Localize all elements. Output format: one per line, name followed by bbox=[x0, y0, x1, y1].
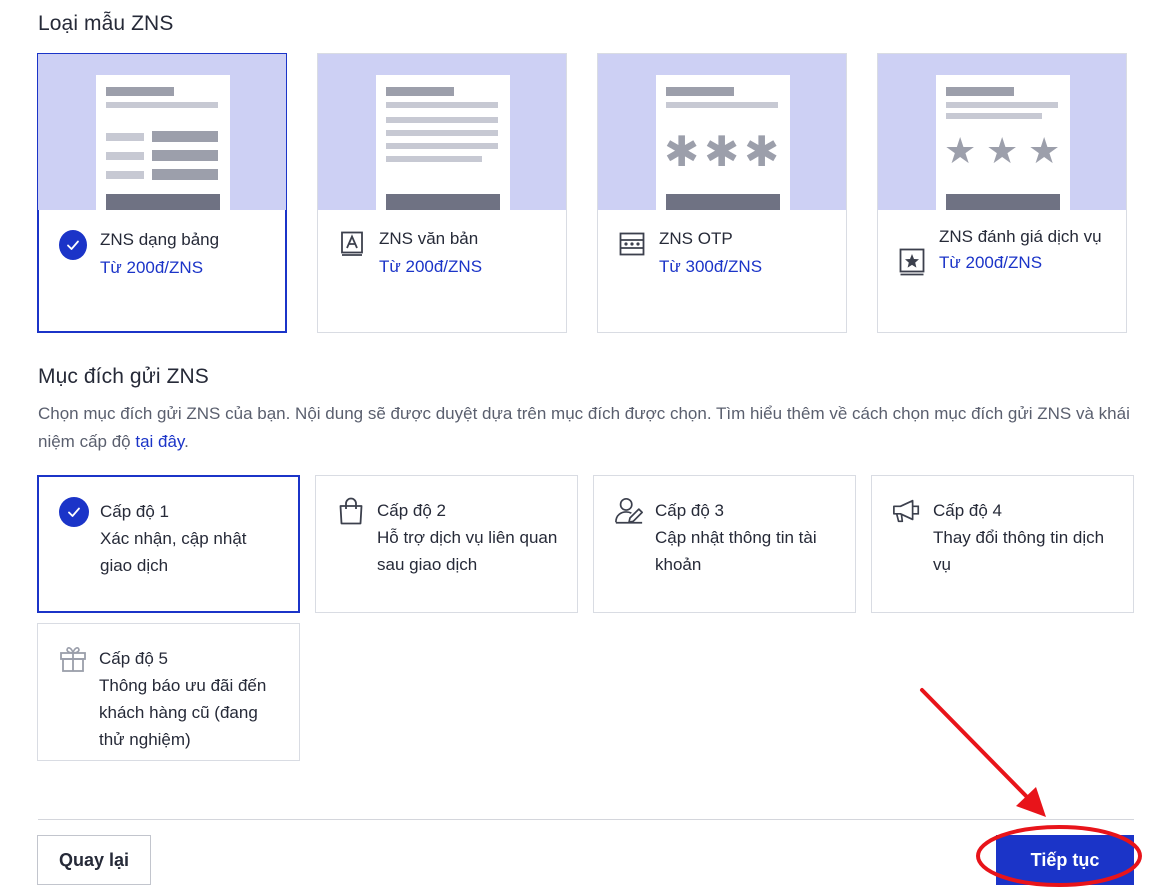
check-icon bbox=[59, 497, 89, 527]
shopping-bag-icon bbox=[336, 496, 366, 526]
purpose-title: Mục đích gửi ZNS bbox=[38, 365, 209, 388]
back-button[interactable]: Quay lại bbox=[37, 835, 151, 885]
template-card-table[interactable]: ZNS dạng bảng Từ 200đ/ZNS bbox=[37, 53, 287, 333]
template-preview-text bbox=[318, 54, 566, 210]
template-name: ZNS văn bản bbox=[379, 229, 479, 248]
level-desc: Cập nhật thông tin tài khoản bbox=[655, 528, 817, 574]
template-card-text[interactable]: ZNS văn bản Từ 200đ/ZNS bbox=[317, 53, 567, 333]
check-icon bbox=[59, 230, 87, 260]
star-doc-icon bbox=[898, 248, 926, 276]
template-price: Từ 200đ/ZNS bbox=[939, 253, 1043, 272]
level-title: Cấp độ 2 bbox=[377, 501, 446, 520]
otp-icon bbox=[618, 230, 646, 258]
level-title: Cấp độ 3 bbox=[655, 501, 724, 520]
template-price: Từ 200đ/ZNS bbox=[100, 258, 204, 277]
level-desc: Thay đổi thông tin dịch vụ bbox=[933, 528, 1105, 574]
learn-more-link[interactable]: tại đây bbox=[135, 432, 184, 451]
gift-icon bbox=[58, 644, 88, 674]
template-card-rating[interactable]: ★ ★ ★ ZNS đánh giá dịch vụ Từ 200đ/ZNS bbox=[877, 53, 1127, 333]
template-price: Từ 300đ/ZNS bbox=[659, 257, 763, 276]
text-doc-icon bbox=[338, 230, 366, 258]
level-card-2[interactable]: Cấp độ 2 Hỗ trợ dịch vụ liên quan sau gi… bbox=[315, 475, 578, 613]
footer-divider bbox=[38, 819, 1134, 820]
level-title: Cấp độ 1 bbox=[100, 502, 169, 521]
template-preview-table bbox=[38, 54, 286, 210]
template-preview-rating: ★ ★ ★ bbox=[878, 54, 1126, 210]
megaphone-icon bbox=[892, 496, 922, 526]
level-card-1[interactable]: Cấp độ 1 Xác nhận, cập nhật giao dịch bbox=[37, 475, 300, 613]
level-desc: Thông báo ưu đãi đến khách hàng cũ (đang… bbox=[99, 676, 267, 749]
purpose-description: Chọn mục đích gửi ZNS của bạn. Nội dung … bbox=[38, 404, 1130, 451]
template-name: ZNS đánh giá dịch vụ bbox=[939, 227, 1102, 246]
level-card-4[interactable]: Cấp độ 4 Thay đổi thông tin dịch vụ bbox=[871, 475, 1134, 613]
template-price: Từ 200đ/ZNS bbox=[379, 257, 483, 276]
template-name: ZNS dạng bảng bbox=[100, 230, 220, 249]
level-title: Cấp độ 4 bbox=[933, 501, 1002, 520]
template-name: ZNS OTP bbox=[659, 229, 733, 248]
template-card-otp[interactable]: ✱ ✱ ✱ ZNS OTP Từ 300đ/ZNS bbox=[597, 53, 847, 333]
level-title: Cấp độ 5 bbox=[99, 649, 168, 668]
level-card-3[interactable]: Cấp độ 3 Cập nhật thông tin tài khoản bbox=[593, 475, 856, 613]
level-desc: Xác nhận, cập nhật giao dịch bbox=[100, 529, 247, 575]
next-button[interactable]: Tiếp tục bbox=[996, 835, 1134, 885]
level-desc: Hỗ trợ dịch vụ liên quan sau giao dịch bbox=[377, 528, 558, 574]
template-type-title: Loại mẫu ZNS bbox=[38, 12, 174, 35]
template-preview-otp: ✱ ✱ ✱ bbox=[598, 54, 846, 210]
level-card-5[interactable]: Cấp độ 5 Thông báo ưu đãi đến khách hàng… bbox=[37, 623, 300, 761]
annotation-arrow bbox=[920, 688, 1046, 817]
user-edit-icon bbox=[614, 496, 644, 526]
